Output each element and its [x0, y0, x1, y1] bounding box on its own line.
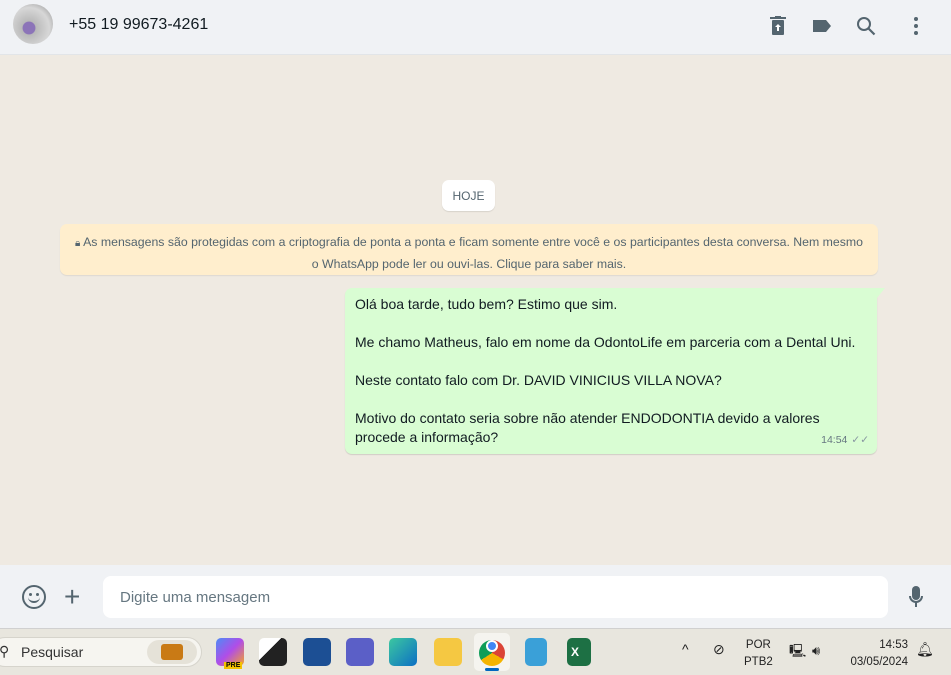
message-line — [355, 314, 867, 333]
bubble-tail — [877, 288, 885, 298]
edge-icon[interactable] — [389, 638, 417, 666]
show-hidden-icons-chevron[interactable]: ^ — [682, 641, 689, 658]
date-chip: HOJE — [442, 180, 495, 211]
microsoft-store-icon[interactable] — [303, 638, 331, 666]
taskbar-search[interactable]: ⚲ Pesquisar — [0, 637, 202, 667]
task-view-icon[interactable] — [259, 638, 287, 666]
attach-plus-icon[interactable]: + — [64, 583, 80, 611]
language-indicator[interactable]: POR PTB2 — [744, 637, 773, 671]
notification-bell-icon[interactable]: 🔔︎ — [916, 641, 934, 658]
clock[interactable]: 14:53 03/05/2024 — [846, 637, 908, 671]
language-bottom: PTB2 — [744, 656, 773, 668]
search-icon: ⚲ — [0, 643, 10, 659]
copilot-badge: PRE — [224, 662, 243, 669]
compose-bar: + Digite uma mensagem — [0, 565, 951, 628]
chat-header: +55 19 99673-4261 — [0, 0, 951, 55]
encryption-notice-text: As mensagens são protegidas com a cripto… — [83, 235, 863, 271]
teams-icon[interactable] — [346, 638, 374, 666]
file-explorer-icon[interactable] — [434, 638, 462, 666]
search-label: Pesquisar — [21, 644, 84, 660]
windows-taskbar: ⚲ Pesquisar PRE X ^ ⊘ POR PTB2 🖳︎ 🔊︎ 14:53… — [0, 628, 951, 675]
contact-avatar[interactable] — [13, 4, 53, 44]
message-meta: 14:54 ✓✓ — [821, 431, 869, 450]
chrome-icon[interactable] — [474, 633, 510, 671]
delete-icon[interactable] — [766, 14, 790, 38]
message-line: Motivo do contato seria sobre não atende… — [355, 410, 820, 445]
lock-icon: 🔒︎ — [74, 238, 84, 249]
network-off-icon[interactable]: ⊘ — [713, 641, 725, 658]
message-line: Me chamo Matheus, falo em nome da Odonto… — [355, 334, 856, 350]
clock-time: 14:53 — [879, 639, 908, 651]
search-icon[interactable] — [854, 14, 878, 38]
label-icon[interactable] — [810, 14, 834, 38]
excel-icon[interactable]: X — [567, 638, 591, 666]
encryption-notice[interactable]: 🔒︎ As mensagens são protegidas com a cri… — [60, 224, 878, 275]
notepad-icon[interactable] — [525, 638, 547, 666]
network-icon[interactable]: 🖳︎ — [789, 642, 806, 659]
briefcase-icon — [147, 640, 197, 664]
copilot-icon[interactable]: PRE — [216, 638, 244, 669]
more-vertical-icon[interactable] — [904, 14, 928, 38]
outgoing-message[interactable]: Olá boa tarde, tudo bem? Estimo que sim.… — [345, 288, 885, 454]
message-line: Olá boa tarde, tudo bem? Estimo que sim. — [355, 296, 618, 312]
message-line — [355, 352, 867, 371]
language-top: POR — [745, 639, 771, 651]
volume-icon[interactable]: 🔊︎ — [812, 642, 820, 659]
message-time: 14:54 — [821, 434, 848, 446]
message-input[interactable]: Digite uma mensagem — [103, 576, 888, 618]
microphone-icon[interactable] — [909, 586, 923, 613]
message-line — [355, 390, 867, 409]
double-check-icon: ✓✓ — [851, 434, 869, 446]
emoji-icon[interactable] — [22, 585, 46, 609]
contact-name[interactable]: +55 19 99673-4261 — [69, 16, 208, 34]
clock-date: 03/05/2024 — [850, 656, 908, 668]
message-line: Neste contato falo com Dr. DAVID VINICIU… — [355, 372, 722, 388]
